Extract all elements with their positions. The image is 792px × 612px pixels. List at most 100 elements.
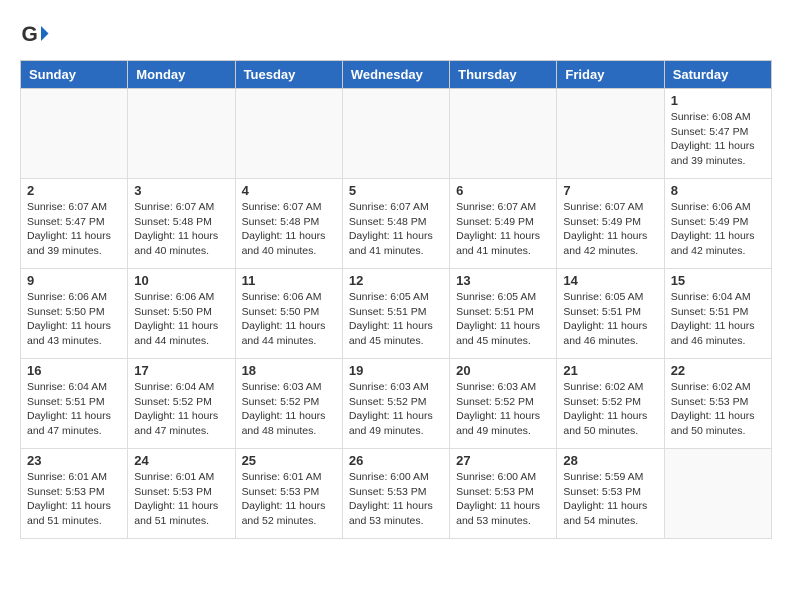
day-number: 10 bbox=[134, 273, 228, 288]
day-info: Sunrise: 6:07 AM Sunset: 5:48 PM Dayligh… bbox=[242, 200, 336, 259]
calendar-cell: 2 Sunrise: 6:07 AM Sunset: 5:47 PM Daylig… bbox=[21, 179, 128, 269]
calendar-cell bbox=[235, 89, 342, 179]
calendar-cell: 25Sunrise: 6:01 AM Sunset: 5:53 PM Dayli… bbox=[235, 449, 342, 539]
calendar-cell: 3 Sunrise: 6:07 AM Sunset: 5:48 PM Daylig… bbox=[128, 179, 235, 269]
calendar-cell: 23 Sunrise: 6:01 AM Sunset: 5:53 PM Dayli… bbox=[21, 449, 128, 539]
day-info: Sunrise: 6:07 AM Sunset: 5:47 PM Dayligh… bbox=[27, 200, 121, 259]
day-info: Sunrise: 6:05 AM Sunset: 5:51 PM Dayligh… bbox=[456, 290, 550, 349]
calendar: SundayMondayTuesdayWednesdayThursdayFrid… bbox=[20, 60, 772, 539]
day-number: 23 bbox=[27, 453, 121, 468]
day-number: 7 bbox=[563, 183, 657, 198]
day-info: Sunrise: 6:03 AM Sunset: 5:52 PM Dayligh… bbox=[349, 380, 443, 439]
calendar-cell: 21 Sunrise: 6:02 AM Sunset: 5:52 PM Dayli… bbox=[557, 359, 664, 449]
day-number: 18 bbox=[242, 363, 336, 378]
calendar-cell bbox=[664, 449, 771, 539]
calendar-cell bbox=[450, 89, 557, 179]
weekday-header-friday: Friday bbox=[557, 61, 664, 89]
calendar-cell bbox=[128, 89, 235, 179]
calendar-header-row: SundayMondayTuesdayWednesdayThursdayFrid… bbox=[21, 61, 772, 89]
day-info: Sunrise: 6:06 AM Sunset: 5:49 PM Dayligh… bbox=[671, 200, 765, 259]
calendar-week-4: 16 Sunrise: 6:04 AM Sunset: 5:51 PM Dayli… bbox=[21, 359, 772, 449]
calendar-cell: 27 Sunrise: 6:00 AM Sunset: 5:53 PM Dayli… bbox=[450, 449, 557, 539]
weekday-header-monday: Monday bbox=[128, 61, 235, 89]
day-info: Sunrise: 6:03 AM Sunset: 5:52 PM Dayligh… bbox=[242, 380, 336, 439]
day-info: Sunrise: 6:06 AM Sunset: 5:50 PM Dayligh… bbox=[242, 290, 336, 349]
day-info: Sunrise: 6:07 AM Sunset: 5:49 PM Dayligh… bbox=[563, 200, 657, 259]
day-number: 15 bbox=[671, 273, 765, 288]
day-number: 8 bbox=[671, 183, 765, 198]
day-number: 13 bbox=[456, 273, 550, 288]
calendar-cell: 20Sunrise: 6:03 AM Sunset: 5:52 PM Dayli… bbox=[450, 359, 557, 449]
day-number: 9 bbox=[27, 273, 121, 288]
day-number: 3 bbox=[134, 183, 228, 198]
day-info: Sunrise: 6:02 AM Sunset: 5:52 PM Dayligh… bbox=[563, 380, 657, 439]
day-info: Sunrise: 6:06 AM Sunset: 5:50 PM Dayligh… bbox=[134, 290, 228, 349]
calendar-cell: 10 Sunrise: 6:06 AM Sunset: 5:50 PM Dayli… bbox=[128, 269, 235, 359]
calendar-cell: 12Sunrise: 6:05 AM Sunset: 5:51 PM Dayli… bbox=[342, 269, 449, 359]
calendar-cell: 6 Sunrise: 6:07 AM Sunset: 5:49 PM Daylig… bbox=[450, 179, 557, 269]
day-number: 2 bbox=[27, 183, 121, 198]
weekday-header-sunday: Sunday bbox=[21, 61, 128, 89]
day-info: Sunrise: 6:07 AM Sunset: 5:48 PM Dayligh… bbox=[349, 200, 443, 259]
day-number: 21 bbox=[563, 363, 657, 378]
calendar-cell: 11 Sunrise: 6:06 AM Sunset: 5:50 PM Dayli… bbox=[235, 269, 342, 359]
day-number: 14 bbox=[563, 273, 657, 288]
day-number: 19 bbox=[349, 363, 443, 378]
day-info: Sunrise: 6:08 AM Sunset: 5:47 PM Dayligh… bbox=[671, 110, 765, 169]
calendar-cell: 4 Sunrise: 6:07 AM Sunset: 5:48 PM Daylig… bbox=[235, 179, 342, 269]
calendar-cell: 28Sunrise: 5:59 AM Sunset: 5:53 PM Dayli… bbox=[557, 449, 664, 539]
day-number: 27 bbox=[456, 453, 550, 468]
calendar-cell: 22Sunrise: 6:02 AM Sunset: 5:53 PM Dayli… bbox=[664, 359, 771, 449]
calendar-cell bbox=[21, 89, 128, 179]
calendar-week-3: 9 Sunrise: 6:06 AM Sunset: 5:50 PM Daylig… bbox=[21, 269, 772, 359]
day-number: 12 bbox=[349, 273, 443, 288]
day-info: Sunrise: 6:00 AM Sunset: 5:53 PM Dayligh… bbox=[456, 470, 550, 529]
day-number: 24 bbox=[134, 453, 228, 468]
calendar-week-5: 23 Sunrise: 6:01 AM Sunset: 5:53 PM Dayli… bbox=[21, 449, 772, 539]
day-info: Sunrise: 6:04 AM Sunset: 5:51 PM Dayligh… bbox=[671, 290, 765, 349]
calendar-cell: 8 Sunrise: 6:06 AM Sunset: 5:49 PM Daylig… bbox=[664, 179, 771, 269]
day-info: Sunrise: 6:01 AM Sunset: 5:53 PM Dayligh… bbox=[134, 470, 228, 529]
calendar-cell: 14 Sunrise: 6:05 AM Sunset: 5:51 PM Dayli… bbox=[557, 269, 664, 359]
calendar-cell: 19 Sunrise: 6:03 AM Sunset: 5:52 PM Dayli… bbox=[342, 359, 449, 449]
day-number: 17 bbox=[134, 363, 228, 378]
calendar-cell: 9 Sunrise: 6:06 AM Sunset: 5:50 PM Daylig… bbox=[21, 269, 128, 359]
calendar-week-2: 2 Sunrise: 6:07 AM Sunset: 5:47 PM Daylig… bbox=[21, 179, 772, 269]
day-number: 4 bbox=[242, 183, 336, 198]
calendar-cell: 18 Sunrise: 6:03 AM Sunset: 5:52 PM Dayli… bbox=[235, 359, 342, 449]
day-info: Sunrise: 6:04 AM Sunset: 5:52 PM Dayligh… bbox=[134, 380, 228, 439]
logo-icon: G bbox=[20, 20, 50, 50]
day-info: Sunrise: 6:05 AM Sunset: 5:51 PM Dayligh… bbox=[563, 290, 657, 349]
weekday-header-saturday: Saturday bbox=[664, 61, 771, 89]
day-number: 11 bbox=[242, 273, 336, 288]
day-info: Sunrise: 6:01 AM Sunset: 5:53 PM Dayligh… bbox=[27, 470, 121, 529]
calendar-cell: 15 Sunrise: 6:04 AM Sunset: 5:51 PM Dayli… bbox=[664, 269, 771, 359]
calendar-cell: 13 Sunrise: 6:05 AM Sunset: 5:51 PM Dayli… bbox=[450, 269, 557, 359]
day-number: 28 bbox=[563, 453, 657, 468]
day-info: Sunrise: 6:07 AM Sunset: 5:48 PM Dayligh… bbox=[134, 200, 228, 259]
weekday-header-tuesday: Tuesday bbox=[235, 61, 342, 89]
calendar-cell: 24 Sunrise: 6:01 AM Sunset: 5:53 PM Dayli… bbox=[128, 449, 235, 539]
page-header: G bbox=[20, 20, 772, 50]
day-number: 16 bbox=[27, 363, 121, 378]
calendar-cell: 17 Sunrise: 6:04 AM Sunset: 5:52 PM Dayli… bbox=[128, 359, 235, 449]
day-number: 26 bbox=[349, 453, 443, 468]
calendar-cell: 26 Sunrise: 6:00 AM Sunset: 5:53 PM Dayli… bbox=[342, 449, 449, 539]
day-info: Sunrise: 6:04 AM Sunset: 5:51 PM Dayligh… bbox=[27, 380, 121, 439]
day-number: 20 bbox=[456, 363, 550, 378]
day-info: Sunrise: 6:07 AM Sunset: 5:49 PM Dayligh… bbox=[456, 200, 550, 259]
calendar-cell: 7 Sunrise: 6:07 AM Sunset: 5:49 PM Daylig… bbox=[557, 179, 664, 269]
calendar-cell bbox=[342, 89, 449, 179]
calendar-cell: 5 Sunrise: 6:07 AM Sunset: 5:48 PM Daylig… bbox=[342, 179, 449, 269]
day-number: 1 bbox=[671, 93, 765, 108]
calendar-cell: 16 Sunrise: 6:04 AM Sunset: 5:51 PM Dayli… bbox=[21, 359, 128, 449]
day-info: Sunrise: 6:00 AM Sunset: 5:53 PM Dayligh… bbox=[349, 470, 443, 529]
day-number: 6 bbox=[456, 183, 550, 198]
weekday-header-wednesday: Wednesday bbox=[342, 61, 449, 89]
calendar-week-1: 1 Sunrise: 6:08 AM Sunset: 5:47 PM Daylig… bbox=[21, 89, 772, 179]
logo: G bbox=[20, 20, 52, 50]
day-number: 5 bbox=[349, 183, 443, 198]
weekday-header-thursday: Thursday bbox=[450, 61, 557, 89]
day-info: Sunrise: 6:06 AM Sunset: 5:50 PM Dayligh… bbox=[27, 290, 121, 349]
day-number: 25 bbox=[242, 453, 336, 468]
